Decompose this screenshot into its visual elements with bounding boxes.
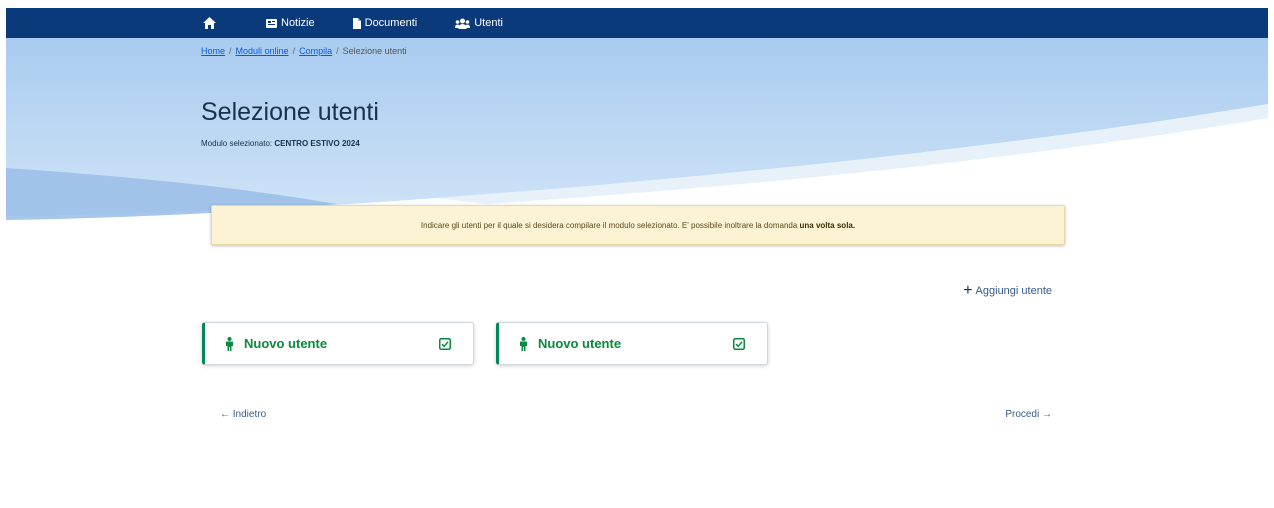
nav-documenti-label: Documenti xyxy=(364,17,418,29)
nav-home[interactable] xyxy=(203,17,220,29)
breadcrumb-separator: / xyxy=(229,46,232,56)
breadcrumb-separator: / xyxy=(336,46,339,56)
page: Notizie Documenti Utenti Home / Moduli o… xyxy=(0,0,1274,508)
breadcrumb-separator: / xyxy=(292,46,296,56)
checkbox-checked-icon[interactable] xyxy=(439,337,451,350)
nav-notizie-label: Notizie xyxy=(281,17,315,29)
selected-module: Modulo selezionato: CENTRO ESTIVO 2024 xyxy=(201,139,360,148)
top-navbar: Notizie Documenti Utenti xyxy=(6,8,1268,38)
checkbox-checked-icon[interactable] xyxy=(733,337,745,350)
user-card[interactable]: Nuovo utente xyxy=(496,322,768,365)
back-link[interactable]: ← Indietro xyxy=(220,409,266,420)
person-icon xyxy=(520,336,527,351)
alert-emphasis: una volta sola. xyxy=(799,220,856,230)
page-title: Selezione utenti xyxy=(201,98,379,126)
plus-icon: + xyxy=(963,282,973,299)
main-nav: Notizie Documenti Utenti xyxy=(203,8,541,38)
alert-text: Indicare gli utenti per il quale si desi… xyxy=(421,221,855,230)
person-icon xyxy=(226,336,233,351)
user-card-label: Nuovo utente xyxy=(244,336,328,351)
alert-message: Indicare gli utenti per il quale si desi… xyxy=(420,220,800,230)
nav-documenti[interactable]: Documenti xyxy=(352,17,418,29)
nav-notizie[interactable]: Notizie xyxy=(266,17,315,29)
breadcrumb-moduli-online[interactable]: Moduli online xyxy=(236,46,289,56)
proceed-link[interactable]: Procedi → xyxy=(1005,409,1052,420)
breadcrumb-compila[interactable]: Compila xyxy=(299,46,332,56)
breadcrumb-home[interactable]: Home xyxy=(201,46,225,56)
user-card-label: Nuovo utente xyxy=(538,336,622,351)
users-icon xyxy=(455,18,471,29)
breadcrumb-current: Selezione utenti xyxy=(342,46,407,56)
home-icon xyxy=(203,17,216,29)
newspaper-icon xyxy=(266,18,277,28)
breadcrumb: Home / Moduli online / Compila / Selezione ute… xyxy=(201,46,407,56)
selected-module-label: Modulo selezionato: xyxy=(201,139,273,148)
hero-wave-background xyxy=(6,38,1268,220)
info-alert: Indicare gli utenti per il quale si desi… xyxy=(211,205,1065,245)
nav-utenti-label: Utenti xyxy=(474,17,503,29)
document-icon xyxy=(352,17,361,29)
user-card[interactable]: Nuovo utente xyxy=(202,322,474,365)
hero-banner xyxy=(6,38,1268,228)
add-user-button[interactable]: + Aggiungi utente xyxy=(963,283,1052,299)
selected-module-value: CENTRO ESTIVO 2024 xyxy=(274,139,360,148)
nav-utenti[interactable]: Utenti xyxy=(455,17,503,29)
add-user-label: Aggiungi utente xyxy=(975,285,1052,297)
